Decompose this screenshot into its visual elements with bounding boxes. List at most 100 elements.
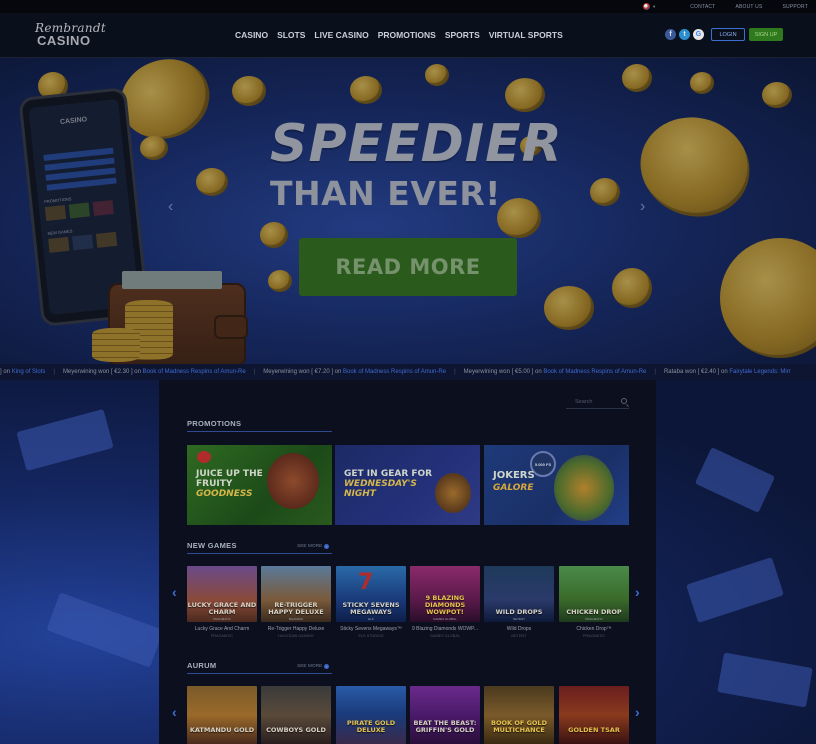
social-login: f t G	[665, 29, 704, 40]
banknote-image	[717, 652, 813, 708]
game-tile[interactable]: COWBOYS GOLD	[261, 686, 331, 744]
banknote-image	[694, 447, 776, 513]
promo-card[interactable]: GET IN GEAR FOR WEDNESDAY'S NIGHT	[335, 445, 480, 525]
game-tile-title: KATMANDU GOLD	[189, 726, 255, 734]
game-caption[interactable]: Wild Drops	[483, 626, 555, 632]
game-tile[interactable]: PIRATE GOLD DELUXE	[336, 686, 406, 744]
game-tile-provider: PRAGMATIC	[585, 617, 603, 621]
new-games-prev-arrow-icon[interactable]: ‹	[172, 584, 177, 600]
section-underline	[187, 673, 332, 674]
game-tile-title: GOLDEN TSAR	[568, 726, 620, 734]
nav-casino[interactable]: CASINO	[235, 30, 268, 40]
game-tile[interactable]: WILD DROPS NETENT	[484, 566, 554, 622]
game-caption[interactable]: Sticky Sevens Megaways™	[335, 626, 407, 632]
game-tile-title: STICKY SEVENS MEGAWAYS	[342, 601, 400, 616]
search-field[interactable]: Search	[566, 396, 629, 409]
chevron-right-icon: ›	[324, 664, 330, 669]
ticker-game-link[interactable]: Book of Madness Respins of Amun-Re	[343, 369, 446, 375]
promo-card[interactable]: 5.000 FS JOKERS GALORE	[484, 445, 629, 525]
about-us-link[interactable]: ABOUT US	[735, 4, 762, 10]
nav-live-casino[interactable]: LIVE CASINO	[314, 30, 368, 40]
game-tile-title: PIRATE GOLD DELUXE	[346, 719, 396, 734]
see-more-label: SEE MORE	[297, 544, 323, 549]
nav-virtual-sports[interactable]: VIRTUAL SPORTS	[489, 30, 563, 40]
seven-symbol: 7	[358, 570, 374, 595]
game-tile-provider: PRAGMATIC	[213, 617, 231, 621]
game-caption[interactable]: Lucky Grace And Charm	[186, 626, 258, 632]
game-tile[interactable]: BEAT THE BEAST: GRIFFIN'S GOLD	[410, 686, 480, 744]
section-underline	[187, 431, 332, 432]
promo-line: FRUITY	[196, 479, 233, 489]
game-tile[interactable]: 9 BLAZING DIAMONDS WOWPOT! GAMES GLOBAL	[410, 566, 480, 622]
game-provider-caption: HACKSAW GAMING	[278, 634, 314, 638]
new-games-heading: NEW GAMES	[187, 541, 237, 550]
game-tile[interactable]: BOOK OF GOLD MULTICHANCE	[484, 686, 554, 744]
new-games-next-arrow-icon[interactable]: ›	[635, 584, 640, 600]
game-tile-title: BOOK OF GOLD MULTICHANCE	[491, 719, 547, 734]
game-tile[interactable]: GOLDEN TSAR	[559, 686, 629, 744]
chevron-down-icon[interactable]: ▼	[652, 4, 656, 9]
game-provider-caption: NETENT	[511, 634, 527, 638]
game-tile-title: LUCKY GRACE AND CHARM	[187, 601, 257, 616]
game-caption[interactable]: Re-Trigger Happy Deluxe	[260, 626, 332, 632]
language-flag-icon[interactable]	[643, 3, 651, 10]
twitter-icon[interactable]: t	[679, 29, 690, 40]
game-tile-title: COWBOYS GOLD	[266, 726, 326, 734]
game-tile-provider: NETENT	[513, 617, 525, 621]
nav-promotions[interactable]: PROMOTIONS	[378, 30, 436, 40]
utility-bar: ▼ CONTACT ABOUT US SUPPORT	[0, 0, 816, 13]
promo-line: GET IN GEAR FOR	[344, 469, 433, 479]
game-tile-title: CHICKEN DROP	[566, 608, 622, 616]
promo-line-highlight: GALORE	[493, 483, 534, 493]
ticker-game-link[interactable]: Fairytale Legends: Mirr	[729, 369, 790, 375]
new-games-see-more-link[interactable]: SEE MORE ›	[297, 544, 330, 549]
ticker-game-link[interactable]: Book of Madness Respins of Amun-Re	[143, 369, 246, 375]
game-tile[interactable]: RE-TRIGGER HAPPY DELUXE BGAMING	[261, 566, 331, 622]
nav-sports[interactable]: SPORTS	[445, 30, 480, 40]
facebook-icon[interactable]: f	[665, 29, 676, 40]
contact-link[interactable]: CONTACT	[690, 4, 715, 10]
joker-character-image	[554, 455, 614, 521]
main-content: Search PROMOTIONS JUICE UP THE FRUITY GO…	[159, 380, 656, 744]
nav-slots[interactable]: SLOTS	[277, 30, 305, 40]
game-tile[interactable]: 7 STICKY SEVENS MEGAWAYS ELK	[336, 566, 406, 622]
ticker-entry: Meyerwining won [ €5.00 ] on Book of Mad…	[463, 369, 647, 375]
game-caption[interactable]: Chicken Drop™	[558, 626, 630, 632]
google-icon[interactable]: G	[693, 29, 704, 40]
login-button[interactable]: LOGIN	[711, 28, 745, 41]
search-icon[interactable]	[621, 398, 627, 404]
see-more-label: SEE MORE	[297, 664, 323, 669]
site-logo[interactable]: Rembrandt CASINO	[33, 21, 107, 49]
promo-card[interactable]: JUICE UP THE FRUITY GOODNESS	[187, 445, 332, 525]
game-caption[interactable]: 9 Blazing Diamonds WOWP...	[409, 626, 481, 632]
promotions-heading: PROMOTIONS	[187, 419, 242, 428]
game-tile[interactable]: KATMANDU GOLD	[187, 686, 257, 744]
promo-line-highlight: NIGHT	[344, 489, 376, 499]
support-link[interactable]: SUPPORT	[783, 4, 808, 10]
hero-banner[interactable]: CASINO PROMOTIONS NEW GAMES SPEEDIER THA…	[0, 58, 816, 364]
site-header: Rembrandt CASINO CASINO SLOTS LIVE CASIN…	[0, 13, 816, 58]
game-tile[interactable]: CHICKEN DROP PRAGMATIC	[559, 566, 629, 622]
ticker-game-link[interactable]: King of Slots	[12, 369, 46, 375]
banknote-image	[46, 592, 164, 668]
game-provider-caption: PRAGMATIC	[582, 634, 606, 638]
game-tile[interactable]: LUCKY GRACE AND CHARM PRAGMATIC	[187, 566, 257, 622]
promo-line-highlight: GOODNESS	[196, 489, 253, 499]
game-tile-provider: ELK	[368, 617, 374, 621]
aurum-next-arrow-icon[interactable]: ›	[635, 704, 640, 720]
chevron-right-icon: ›	[324, 544, 330, 549]
ticker-game-link[interactable]: Book of Madness Respins of Amun-Re	[543, 369, 646, 375]
search-input[interactable]: Search	[575, 399, 592, 405]
aurum-heading: AURUM	[187, 661, 217, 670]
game-tile-title: 9 BLAZING DIAMONDS WOWPOT!	[424, 594, 466, 616]
ticker-entry: Meyerwining won [ €2.30 ] on Book of Mad…	[62, 369, 246, 375]
winners-ticker: ] on King of Slots | Meyerwining won [ €2…	[0, 364, 816, 380]
banknote-image	[686, 557, 784, 623]
game-tile-title: BEAT THE BEAST: GRIFFIN'S GOLD	[413, 719, 477, 734]
game-tile-provider: GAMES GLOBAL	[433, 617, 457, 621]
game-tile-title: WILD DROPS	[495, 608, 543, 616]
aurum-see-more-link[interactable]: SEE MORE ›	[297, 664, 330, 669]
aurum-prev-arrow-icon[interactable]: ‹	[172, 704, 177, 720]
signup-button[interactable]: SIGN UP	[749, 28, 783, 41]
ticker-entry: ] on King of Slots	[0, 369, 46, 375]
